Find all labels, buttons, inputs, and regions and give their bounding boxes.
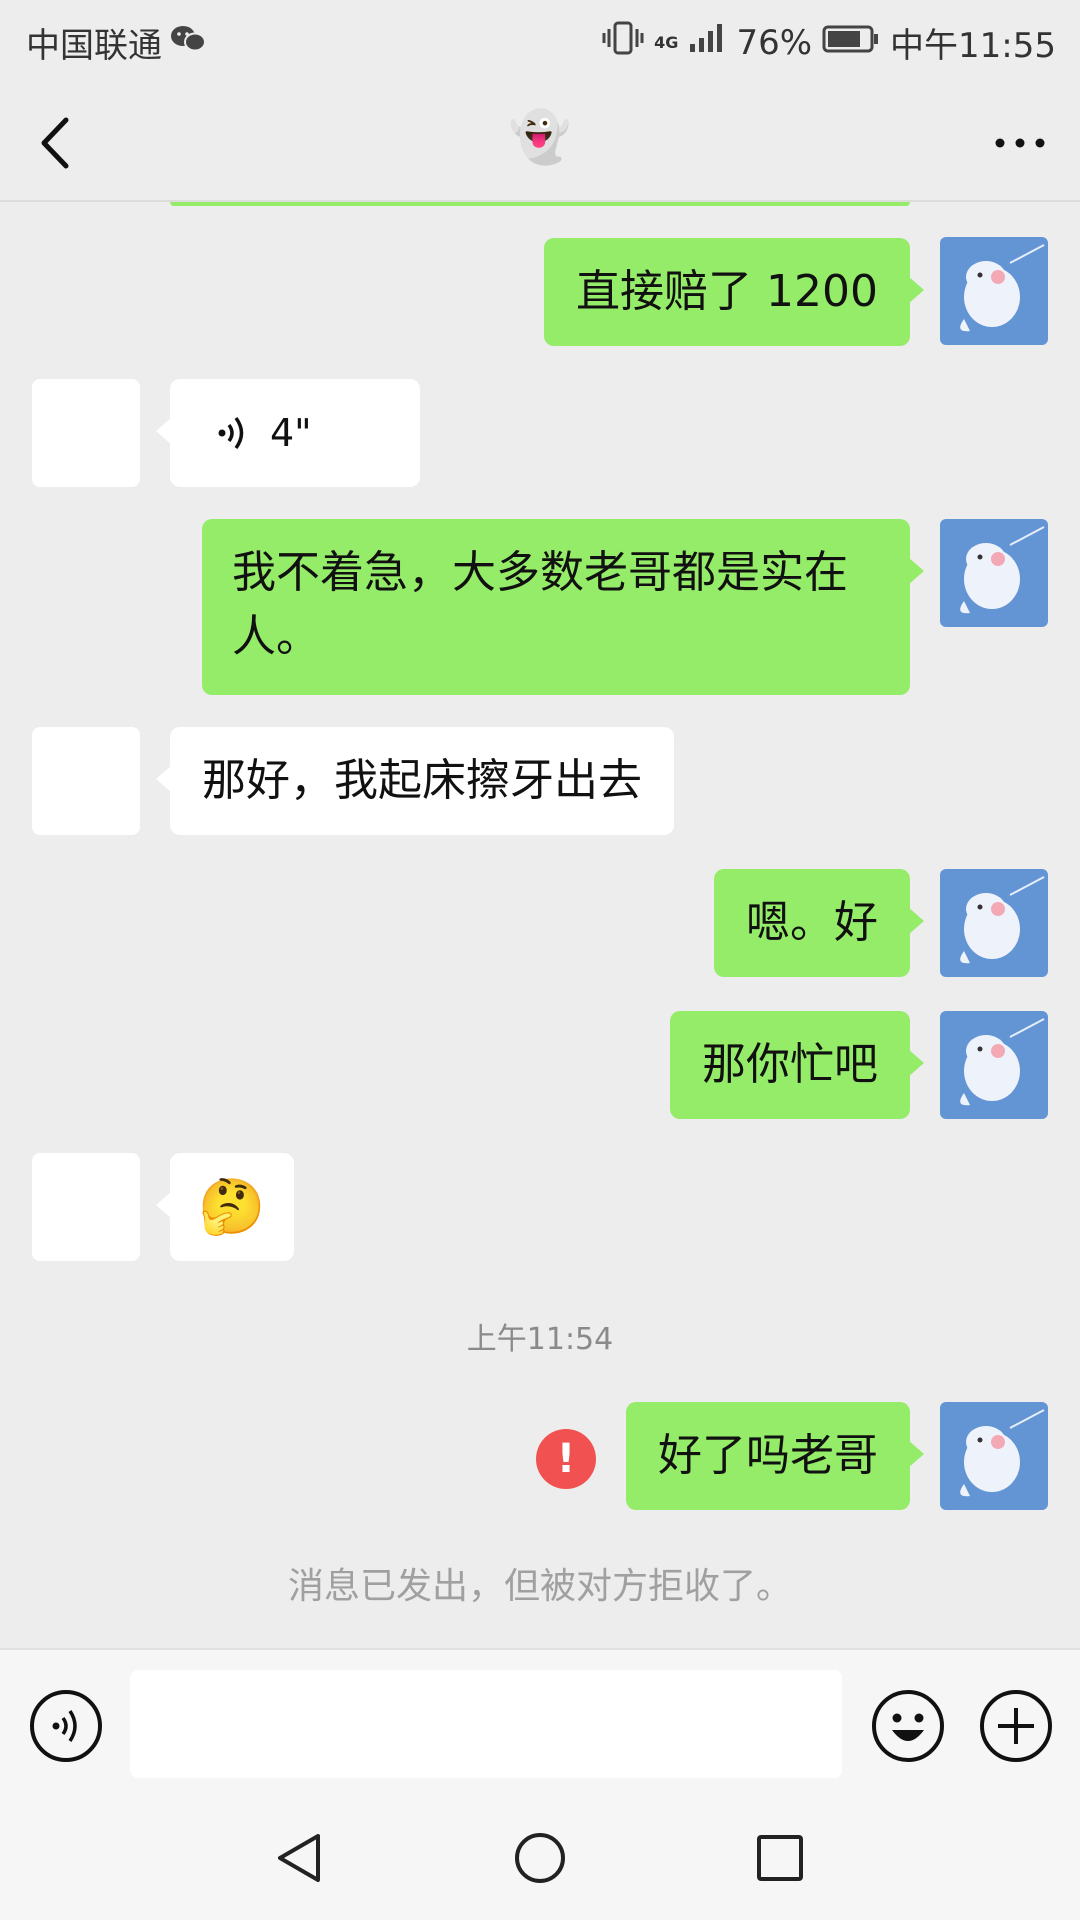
thinking-emoji: 🤔 xyxy=(198,1175,266,1238)
chat-area[interactable]: 直接赔了 1200 4" 我不着急，大多数老哥都是实在人。 那好，我起床擦牙出去… xyxy=(0,202,1080,1648)
voice-input-button[interactable] xyxy=(28,1688,104,1764)
message-bubble-sent[interactable]: 好了吗老哥 xyxy=(626,1402,924,1510)
message-bubble-sent[interactable]: 嗯。好 xyxy=(714,869,924,977)
battery-icon xyxy=(822,23,880,63)
vibrate-icon xyxy=(602,20,644,65)
chat-header: 👻 xyxy=(0,80,1080,202)
message-bubble-sent[interactable]: 那你忙吧 xyxy=(670,1011,924,1119)
my-avatar[interactable] xyxy=(940,519,1048,627)
emoji-button[interactable] xyxy=(870,1688,946,1764)
voice-wave-icon xyxy=(218,416,244,450)
wechat-icon xyxy=(170,23,206,63)
smiley-icon xyxy=(872,1690,944,1762)
seal-avatar-icon xyxy=(960,1018,1045,1106)
my-avatar[interactable] xyxy=(940,237,1048,345)
my-avatar[interactable] xyxy=(940,869,1048,977)
triangle-back-icon xyxy=(278,1834,320,1882)
seal-avatar-icon xyxy=(960,1409,1045,1497)
clock: 中午11:55 xyxy=(890,26,1056,66)
rejected-notice: 消息已发出，但被对方拒收了。 xyxy=(287,1566,792,1607)
status-right: 4G 76% 中午11:55 xyxy=(602,18,1056,67)
message-input[interactable] xyxy=(130,1670,842,1778)
seal-avatar-icon xyxy=(960,526,1045,614)
voice-icon xyxy=(30,1690,102,1762)
my-avatar[interactable] xyxy=(940,1011,1048,1119)
seal-avatar-icon xyxy=(960,244,1045,332)
my-avatar[interactable] xyxy=(940,1402,1048,1510)
status-left: 中国联通 xyxy=(26,18,206,67)
send-failed-icon[interactable]: ! xyxy=(536,1429,596,1489)
circle-home-icon xyxy=(515,1833,565,1883)
message-text: 那好，我起床擦牙出去 xyxy=(202,755,642,806)
nav-back-button[interactable] xyxy=(270,1828,330,1888)
chat-title: 👻 xyxy=(508,108,572,166)
message-bubble-sent[interactable]: 我不着急，大多数老哥都是实在人。 xyxy=(202,519,924,695)
message-text: 好了吗老哥 xyxy=(658,1430,878,1481)
plus-icon xyxy=(980,1690,1052,1762)
message-bubble-received[interactable]: 那好，我起床擦牙出去 xyxy=(156,727,674,835)
system-nav-bar xyxy=(0,1798,1080,1920)
battery-percent: 76% xyxy=(736,22,813,63)
voice-message-bubble[interactable]: 4" xyxy=(156,379,420,487)
message-bubble-sent[interactable]: 直接赔了 1200 xyxy=(544,238,924,346)
message-text: 直接赔了 1200 xyxy=(576,266,878,317)
input-bar xyxy=(0,1648,1080,1798)
more-icon xyxy=(995,138,1045,148)
message-text: 嗯。好 xyxy=(746,897,878,948)
contact-avatar[interactable] xyxy=(32,1153,140,1261)
status-bar: 中国联通 4G 76% 中午11:55 xyxy=(0,0,1080,80)
voice-duration: 4" xyxy=(270,411,312,455)
message-timestamp: 上午11:54 xyxy=(466,1322,614,1357)
signal-icon xyxy=(688,22,726,63)
network-label: 4G xyxy=(654,33,679,52)
nav-recents-button[interactable] xyxy=(750,1828,810,1888)
carrier-label: 中国联通 xyxy=(26,26,162,66)
message-text: 那你忙吧 xyxy=(702,1039,878,1090)
square-recents-icon xyxy=(757,1835,803,1881)
nav-home-button[interactable] xyxy=(510,1828,570,1888)
message-text: 我不着急，大多数老哥都是实在人。 xyxy=(232,547,848,662)
previous-bubble-edge xyxy=(170,202,910,206)
contact-avatar[interactable] xyxy=(32,379,140,487)
emoji-message-bubble[interactable]: 🤔 xyxy=(156,1153,294,1261)
more-button[interactable] xyxy=(990,118,1050,168)
more-functions-button[interactable] xyxy=(978,1688,1054,1764)
seal-avatar-icon xyxy=(960,876,1045,964)
contact-avatar[interactable] xyxy=(32,727,140,835)
